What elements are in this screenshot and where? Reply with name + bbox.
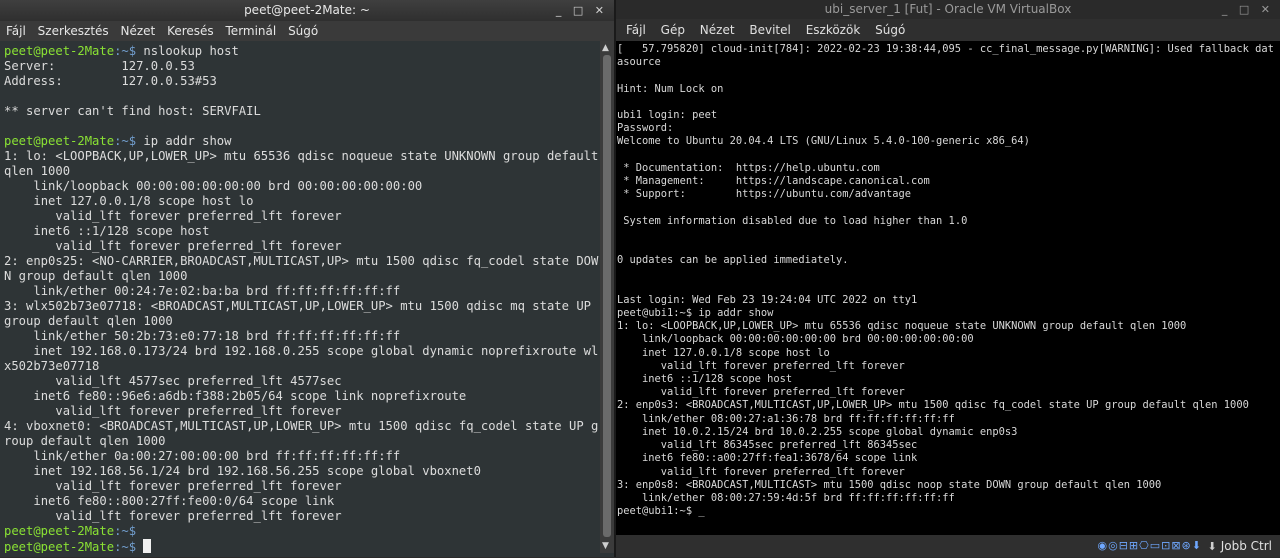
terminal-line: valid_lft forever preferred_lft forever [4,209,342,223]
terminal-line: peet@peet-2Mate:~$ nslookup host [4,44,600,59]
terminal-line: inet 127.0.0.1/8 scope host lo [4,194,254,208]
vbox-titlebar[interactable]: ubi_server_1 [Fut] - Oracle VM VirtualBo… [616,0,1280,19]
terminal-line: inet6 ::1/128 scope host [4,224,210,238]
terminal-line: peet@peet-2Mate:~$ [4,539,600,553]
terminal-title: peet@peet-2Mate: ~ [244,3,370,17]
terminal-line: inet 192.168.0.173/24 brd 192.168.0.255 … [4,344,599,373]
terminal-line: link/ether 0a:00:27:00:00:00 brd ff:ff:f… [4,449,401,463]
vbox-menu-input[interactable]: Bevitel [749,23,790,37]
prompt-user: peet@peet-2Mate [4,134,115,148]
terminal-line: 1: lo: <LOOPBACK,UP,LOWER_UP> mtu 65536 … [4,149,599,178]
scroll-up-icon[interactable]: ▲ [602,43,609,53]
vbox-title: ubi_server_1 [Fut] - Oracle VM VirtualBo… [824,2,1072,16]
status-icons[interactable]: ◉◎⊟⊞⎔▭⊡⊠⊛⬇ [1098,539,1203,553]
vbox-menu-help[interactable]: Súgó [875,23,905,37]
terminal-titlebar[interactable]: peet@peet-2Mate: ~ _ □ ✕ [0,0,614,21]
menu-help[interactable]: Súgó [288,24,318,38]
vm-console-output: [ 57.795820] cloud-init[784]: 2022-02-23… [617,43,1274,518]
terminal-line: Address: 127.0.0.53#53 [4,74,217,88]
prompt-path: :~$ [114,540,137,553]
terminal-line: link/ether 50:2b:73:e0:77:18 brd ff:ff:f… [4,329,401,343]
terminal-menubar: Fájl Szerkesztés Nézet Keresés Terminál … [0,21,614,41]
command-text: ip addr show [136,134,232,148]
terminal-line: valid_lft forever preferred_lft forever [4,479,342,493]
terminal-line: peet@peet-2Mate:~$ ip addr show [4,134,600,149]
command-text [136,540,143,553]
host-key-label: Jobb Ctrl [1220,539,1272,553]
scroll-thumb[interactable] [603,55,611,537]
vbox-menubar: Fájl Gép Nézet Bevitel Eszközök Súgó [616,19,1280,41]
terminal-output: peet@peet-2Mate:~$ nslookup host Server: … [0,41,600,553]
prompt-user: peet@peet-2Mate [4,524,115,538]
terminal-line: valid_lft forever preferred_lft forever [4,404,342,418]
menu-edit[interactable]: Szerkesztés [38,24,109,38]
terminal-window: peet@peet-2Mate: ~ _ □ ✕ Fájl Szerkeszté… [0,0,614,557]
prompt-user: peet@peet-2Mate [4,540,115,553]
prompt-path: :~$ [114,44,137,58]
terminal-scrollbar[interactable]: ▲ ▼ [600,41,614,553]
menu-view[interactable]: Nézet [121,24,156,38]
terminal-line: 4: vboxnet0: <BROADCAST,MULTICAST,UP,LOW… [4,419,599,448]
vbox-menu-tools[interactable]: Eszközök [806,23,861,37]
terminal-line: link/loopback 00:00:00:00:00:00 brd 00:0… [4,179,423,193]
terminal-line: 3: wlx502b73e07718: <BROADCAST,MULTICAST… [4,299,599,328]
prompt-path: :~$ [114,524,137,538]
vbox-menu-file[interactable]: Fájl [626,23,646,37]
terminal-line: ** server can't find host: SERVFAIL [4,104,261,118]
terminal-line: link/ether 00:24:7e:02:ba:ba brd ff:ff:f… [4,284,401,298]
terminal-screen[interactable]: peet@peet-2Mate:~$ nslookup host Server: … [0,41,600,553]
terminal-line: inet6 fe80::96e6:a6db:f388:2b05/64 scope… [4,389,467,403]
menu-terminal[interactable]: Terminál [226,24,277,38]
host-key-arrow-icon: ⬇ [1207,540,1217,553]
terminal-line: valid_lft forever preferred_lft forever [4,239,342,253]
terminal-line: inet6 fe80::800:27ff:fe00:0/64 scope lin… [4,494,335,508]
vbox-menu-machine[interactable]: Gép [661,23,685,37]
text-cursor [143,539,152,553]
vbox-statusbar: ◉◎⊟⊞⎔▭⊡⊠⊛⬇ ⬇ Jobb Ctrl [616,535,1280,557]
terminal-line: peet@peet-2Mate:~$ [4,524,600,539]
prompt-path: :~$ [114,134,137,148]
terminal-line: inet 192.168.56.1/24 brd 192.168.56.255 … [4,464,481,478]
menu-search[interactable]: Keresés [167,24,214,38]
terminal-line: valid_lft 4577sec preferred_lft 4577sec [4,374,342,388]
window-controls[interactable]: _ □ ✕ [556,0,608,21]
terminal-line: 2: enp0s25: <NO-CARRIER,BROADCAST,MULTIC… [4,254,599,283]
terminal-line: valid_lft forever preferred_lft forever [4,509,342,523]
vbox-menu-view[interactable]: Nézet [700,23,735,37]
scroll-down-icon[interactable]: ▼ [602,541,609,551]
host-key-indicator: ⬇ Jobb Ctrl [1208,535,1273,558]
virtualbox-window: ubi_server_1 [Fut] - Oracle VM VirtualBo… [616,0,1280,557]
vm-console[interactable]: [ 57.795820] cloud-init[784]: 2022-02-23… [616,41,1280,535]
command-text: nslookup host [136,44,239,58]
vbox-window-controls[interactable]: _ □ ✕ [1222,0,1274,19]
menu-file[interactable]: Fájl [6,24,26,38]
terminal-line: Server: 127.0.0.53 [4,59,195,73]
prompt-user: peet@peet-2Mate [4,44,115,58]
